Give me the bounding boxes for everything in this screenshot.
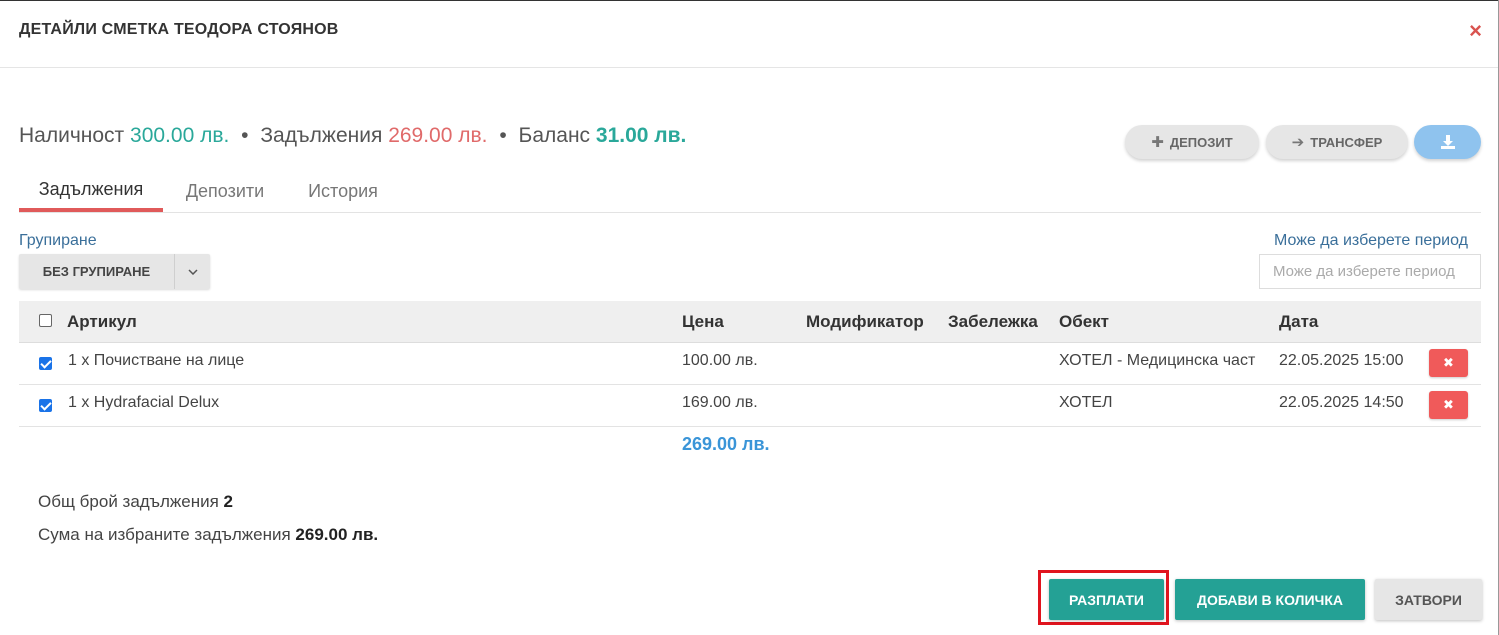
tab-history[interactable]: История (291, 170, 395, 212)
separator: • (499, 124, 507, 147)
tab-debts[interactable]: Задължения (19, 170, 163, 212)
grouping-value: БЕЗ ГРУПИРАНЕ (42, 264, 151, 279)
chevron-down-icon (187, 268, 198, 275)
debts-value: 269.00 лв. (388, 124, 488, 147)
balance-value: 31.00 лв. (595, 124, 687, 147)
row-object: ХОТЕЛ (1059, 394, 1113, 411)
tab-deposits[interactable]: Депозити (167, 170, 283, 212)
separator: • (241, 124, 249, 147)
header-date: Дата (1279, 312, 1319, 331)
debts-label: Задължения (260, 124, 383, 147)
pay-button[interactable]: РАЗПЛАТИ (1049, 579, 1164, 620)
dialog-header: ДЕТАЙЛИ СМЕТКА ТЕОДОРА СТОЯНОВ × (0, 0, 1498, 68)
sum-label: Сума на избраните задължения (38, 525, 291, 544)
row-item: 1 x Hydrafacial Delux (68, 394, 220, 411)
row-checkbox[interactable] (39, 399, 52, 412)
period-label: Може да изберете период (1274, 232, 1468, 249)
deposit-button[interactable]: ✚ ДЕПОЗИТ (1125, 125, 1259, 159)
table-header: Артикул Цена Модификатор Забележка Обект… (19, 301, 1481, 343)
select-all-checkbox[interactable] (39, 314, 52, 327)
row-price: 100.00 лв. (682, 352, 758, 369)
row-checkbox[interactable] (39, 357, 52, 370)
selected-sum: Сума на избраните задължения 269.00 лв. (38, 525, 378, 545)
header-note: Забележка (948, 312, 1038, 331)
account-summary: Наличност 300.00 лв. • Задължения 269.00… (19, 124, 686, 148)
period-input[interactable] (1259, 254, 1481, 289)
count-value: 2 (223, 492, 233, 511)
grouping-select[interactable]: БЕЗ ГРУПИРАНЕ (19, 254, 210, 289)
download-button[interactable] (1414, 125, 1481, 159)
count-label: Общ брой задължения (38, 492, 219, 511)
available-label: Наличност (19, 124, 125, 147)
download-icon (1440, 135, 1455, 149)
delete-row-button[interactable]: ✖ (1429, 349, 1468, 377)
header-modifier: Модификатор (806, 312, 924, 331)
transfer-label: ТРАНСФЕР (1310, 134, 1383, 150)
row-object: ХОТЕЛ - Медицинска част (1059, 352, 1256, 369)
total-count: Общ брой задължения 2 (38, 492, 233, 512)
deposit-label: ДЕПОЗИТ (1169, 134, 1233, 150)
sum-value: 269.00 лв. (295, 525, 379, 544)
header-item: Артикул (67, 312, 137, 331)
table-row: 1 x Hydrafacial Delux 169.00 лв. ХОТЕЛ 2… (19, 385, 1481, 427)
debts-table: Артикул Цена Модификатор Забележка Обект… (19, 301, 1481, 427)
dialog-title: ДЕТАЙЛИ СМЕТКА ТЕОДОРА СТОЯНОВ (19, 21, 339, 38)
tab-bar: Задължения Депозити История (19, 170, 1481, 213)
close-button[interactable]: ЗАТВОРИ (1375, 579, 1482, 620)
grouping-label: Групиране (19, 232, 97, 249)
close-icon[interactable]: × (1469, 20, 1482, 42)
plus-icon: ✚ (1151, 134, 1164, 151)
delete-row-button[interactable]: ✖ (1429, 391, 1468, 419)
row-date: 22.05.2025 14:50 (1279, 394, 1404, 411)
row-item: 1 x Почистване на лице (68, 352, 245, 369)
row-date: 22.05.2025 15:00 (1279, 352, 1404, 369)
arrow-right-icon: ➔ (1291, 134, 1305, 151)
balance-label: Баланс (518, 124, 591, 147)
table-total: 269.00 лв. (682, 434, 770, 454)
transfer-button[interactable]: ➔ ТРАНСФЕР (1266, 125, 1408, 159)
available-value: 300.00 лв. (130, 124, 230, 147)
header-object: Обект (1059, 312, 1110, 331)
add-to-cart-button[interactable]: ДОБАВИ В КОЛИЧКА (1175, 579, 1365, 620)
header-price: Цена (682, 312, 724, 331)
row-price: 169.00 лв. (682, 394, 758, 411)
chevron-down-icon[interactable] (175, 254, 210, 289)
table-row: 1 x Почистване на лице 100.00 лв. ХОТЕЛ … (19, 343, 1481, 385)
